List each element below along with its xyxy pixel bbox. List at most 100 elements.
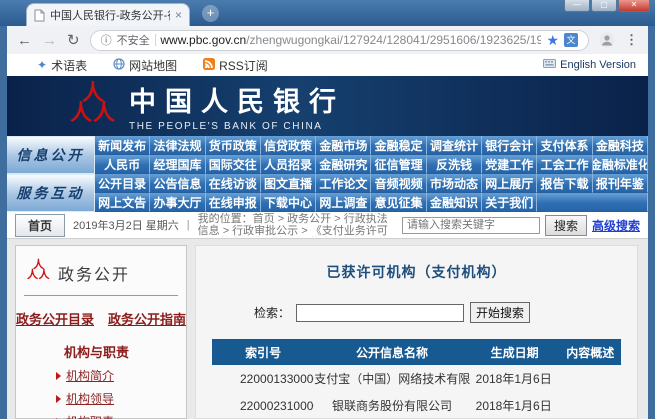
nav-item[interactable]: 办事大厅	[150, 193, 205, 212]
site-search: 搜索 高级搜索	[402, 215, 640, 236]
sidebar-item-org-duties[interactable]: 机构职责	[24, 413, 178, 419]
nav-item[interactable]: 金融标准化	[593, 155, 648, 174]
nav-item[interactable]: 法律法规	[150, 136, 205, 155]
nav-item[interactable]: 金融研究	[316, 155, 371, 174]
address-bar[interactable]: ⓘ 不安全 www.pbc.gov.cn/zhengwugongkai/1279…	[90, 30, 589, 51]
addressbar-divider	[155, 34, 156, 46]
col-header-date: 生成日期	[470, 339, 560, 365]
nav-item[interactable]: 关于我们	[482, 193, 537, 212]
pbc-logo-icon: 人人人	[69, 80, 115, 133]
table-row[interactable]: 22000133000019 支付宝（中国）网络技术有限公司 2018年1月6日	[212, 365, 621, 392]
start-search-button[interactable]: 开始搜索	[470, 302, 530, 323]
nav-item[interactable]: 金融知识	[427, 193, 482, 212]
nav-group-service-interaction[interactable]: 服务互动	[7, 174, 95, 212]
nav-item[interactable]: 市场动态	[427, 174, 482, 193]
advanced-search-link[interactable]: 高级搜索	[592, 217, 640, 234]
browser-window: 中国人民银行-政务公开-行政执 × + — ▢ ✕ ← → ↻ ⓘ 不安全 ww…	[0, 0, 655, 419]
sidebar-item-org-intro[interactable]: 机构简介	[24, 367, 178, 384]
cell-name[interactable]: 银联商务股份有限公司	[314, 392, 469, 419]
nav-item[interactable]: 货币政策	[206, 136, 261, 155]
main-panel: 已获许可机构（支付机构） 检索： 开始搜索 索引号 公开信息名称 生成日期 内容…	[195, 245, 638, 419]
nav-item[interactable]: 征信管理	[371, 155, 426, 174]
reload-icon[interactable]: ↻	[67, 33, 80, 48]
site-utility-bar: ✦ 术语表 网站地图 RSS订阅 English Version	[7, 54, 648, 76]
globe-icon	[113, 58, 125, 73]
nav-item[interactable]: 信贷政策	[261, 136, 316, 155]
nav-item[interactable]: 工会工作	[537, 155, 592, 174]
nav-item[interactable]: 工作论文	[316, 174, 371, 193]
rss-icon	[203, 58, 215, 73]
home-button[interactable]: 首页	[15, 214, 65, 237]
chrome-menu-icon[interactable]: ⋮	[625, 32, 638, 48]
nav-item[interactable]: 报刊年鉴	[593, 174, 648, 193]
sidebar-link-disclosure-directory[interactable]: 政务公开目录	[16, 309, 94, 328]
nav-item[interactable]: 公开目录	[95, 174, 150, 193]
nav-item[interactable]: 党建工作	[482, 155, 537, 174]
nav-item[interactable]: 网上调查	[316, 193, 371, 212]
breadcrumb[interactable]: 我的位置：首页 > 政务公开 > 行政执法信息 > 行政审批公示 > 《支付业务…	[198, 213, 394, 237]
browser-tab[interactable]: 中国人民银行-政务公开-行政执 ×	[26, 3, 190, 26]
nav-item[interactable]: 下载中心	[261, 193, 316, 212]
bookmark-star-icon[interactable]: ★	[546, 32, 559, 49]
site-search-button[interactable]: 搜索	[545, 215, 587, 236]
nav-item[interactable]: 支付体系	[537, 136, 592, 155]
titlebar: 中国人民银行-政务公开-行政执 × + — ▢ ✕	[0, 0, 655, 26]
page-title: 已获许可机构（支付机构）	[196, 262, 637, 282]
sidebar-item-org-leaders[interactable]: 机构领导	[24, 390, 178, 407]
svg-text:人: 人	[93, 100, 115, 125]
cell-desc	[560, 392, 621, 419]
nav-item[interactable]: 在线申报	[206, 193, 261, 212]
nav-item[interactable]: 调查统计	[427, 136, 482, 155]
site-title-cn: 中国人民银行	[129, 80, 345, 119]
site-title-block: 中国人民银行 THE PEOPLE'S BANK OF CHINA	[129, 80, 345, 132]
arrow-bullet-icon	[56, 395, 61, 403]
nav-item[interactable]: 网上展厅	[482, 174, 537, 193]
minimize-button[interactable]: —	[564, 0, 590, 12]
nav-item[interactable]: 金融科技	[593, 136, 648, 155]
nav-item[interactable]: 反洗钱	[427, 155, 482, 174]
cell-date: 2018年1月6日	[470, 392, 560, 419]
translate-icon[interactable]: 文	[564, 33, 578, 47]
cell-index: 22000133000019	[212, 365, 314, 392]
nav-item[interactable]: 网上文告	[95, 193, 150, 212]
retrieve-input[interactable]	[296, 304, 464, 322]
maximize-button[interactable]: ▢	[591, 0, 617, 12]
sidebar-section-title: 机构与职责	[24, 342, 178, 361]
cell-index: 22000231000010	[212, 392, 314, 419]
nav-item[interactable]: 金融市场	[316, 136, 371, 155]
nav-item[interactable]: 音频视频	[371, 174, 426, 193]
back-icon[interactable]: ←	[17, 33, 32, 48]
cell-name[interactable]: 支付宝（中国）网络技术有限公司	[314, 365, 469, 392]
profile-avatar-icon[interactable]	[599, 32, 615, 48]
nav-item[interactable]: 图文直播	[261, 174, 316, 193]
nav-item[interactable]: 意见征集	[371, 193, 426, 212]
nav-item[interactable]: 人员招录	[261, 155, 316, 174]
nav-item[interactable]: 银行会计	[482, 136, 537, 155]
cell-date: 2018年1月6日	[470, 365, 560, 392]
site-search-input[interactable]	[402, 217, 540, 234]
nav-item[interactable]: 人民币	[95, 155, 150, 174]
forward-icon[interactable]: →	[42, 33, 57, 48]
nav-group-info-disclosure[interactable]: 信息公开	[7, 136, 95, 174]
sidebar-link-disclosure-guide[interactable]: 政务公开指南	[108, 309, 186, 328]
close-tab-icon[interactable]: ×	[175, 9, 182, 21]
sitemap-link[interactable]: 网站地图	[113, 57, 177, 74]
glossary-link[interactable]: ✦ 术语表	[37, 57, 87, 74]
rss-link[interactable]: RSS订阅	[203, 57, 268, 74]
nav-item[interactable]: 国际交往	[206, 155, 261, 174]
nav-item[interactable]: 在线访谈	[206, 174, 261, 193]
nav-item[interactable]: 报告下载	[537, 174, 592, 193]
url-text: www.pbc.gov.cn/zhengwugongkai/127924/128…	[160, 33, 541, 47]
nav-filler	[537, 193, 648, 212]
nav-item[interactable]: 新闻发布	[95, 136, 150, 155]
close-window-button[interactable]: ✕	[618, 0, 650, 12]
nav-item[interactable]: 经理国库	[150, 155, 205, 174]
table-row[interactable]: 22000231000010 银联商务股份有限公司 2018年1月6日	[212, 392, 621, 419]
nav-item[interactable]: 金融稳定	[371, 136, 426, 155]
url-domain: www.pbc.gov.cn	[160, 33, 246, 47]
nav-item[interactable]: 公告信息	[150, 174, 205, 193]
info-icon[interactable]: ⓘ	[101, 32, 112, 48]
english-version-link[interactable]: English Version	[543, 59, 636, 71]
new-tab-button[interactable]: +	[202, 5, 219, 22]
rss-label: RSS订阅	[219, 57, 268, 74]
